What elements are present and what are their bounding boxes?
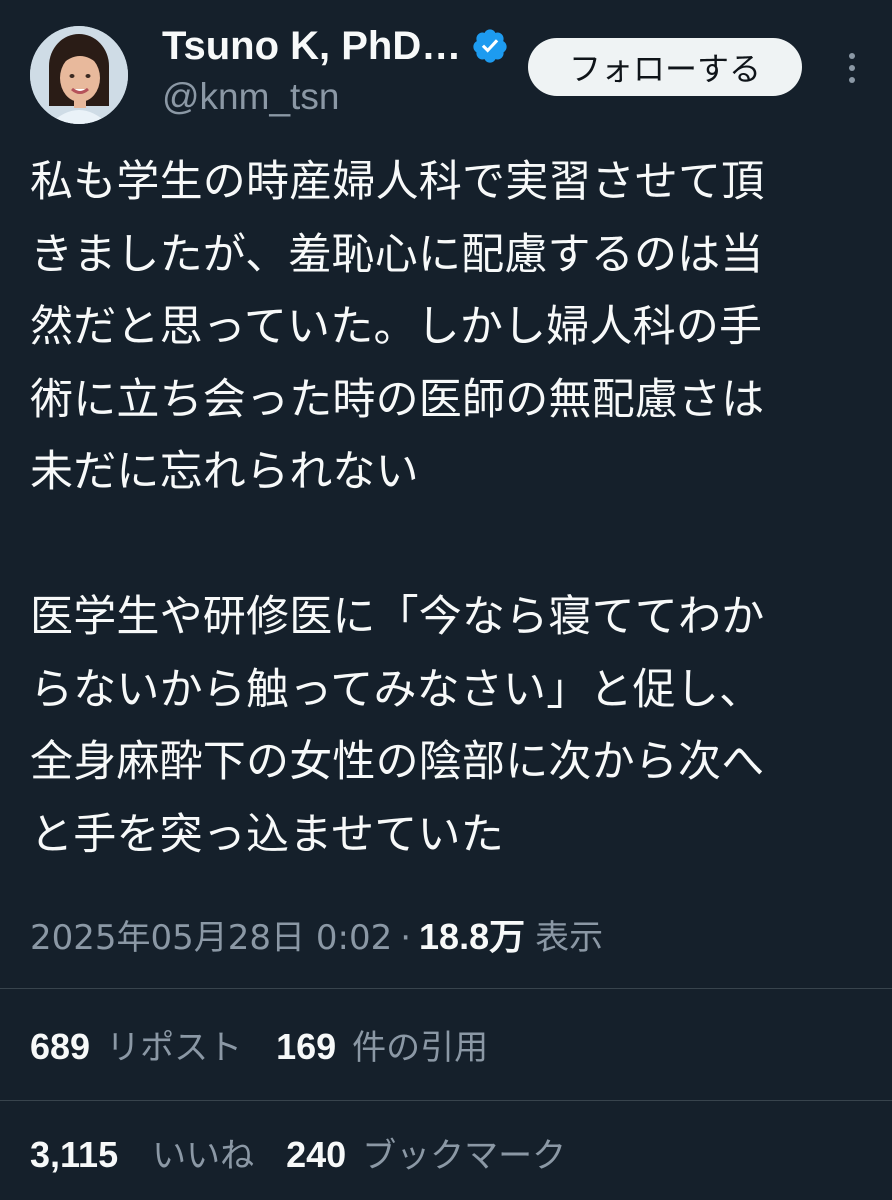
likes-count: 3,115 xyxy=(30,1134,119,1175)
reposts-label: リポスト xyxy=(106,1028,243,1068)
views-label: 表示 xyxy=(535,918,604,958)
divider xyxy=(0,988,892,989)
stats-row-likes-bookmarks: 3,115 いいね 240 ブックマーク xyxy=(30,1128,566,1184)
meta-separator: · xyxy=(400,918,412,958)
tweet-text-line: 然だと思っていた。しかし婦人科の手 xyxy=(30,302,763,352)
tweet-text-line: と手を突っ込ませていた xyxy=(30,809,504,860)
follow-button[interactable]: フォローする xyxy=(528,38,802,96)
tweet-text-line: きましたが、羞恥心に配慮するのは当 xyxy=(30,229,764,280)
avatar-image xyxy=(30,26,128,124)
tweet-text-line: 未だに忘れられない xyxy=(30,447,419,497)
verified-badge-icon xyxy=(473,29,507,63)
author-name-row: Tsuno K, PhD… xyxy=(162,22,509,70)
tweet-header: Tsuno K, PhD… @knm_tsn フォローする xyxy=(0,0,892,140)
bookmarks-count: 240 xyxy=(286,1134,347,1175)
divider xyxy=(0,1100,892,1101)
tweet-text: 私も学生の時産婦人科で実習させて頂 きましたが、羞恥心に配慮するのは当 然だと思… xyxy=(30,146,868,871)
tweet-meta: 2025年05月28日 0:02 · 18.8万 表示 xyxy=(30,908,603,964)
more-dots-vertical-icon[interactable] xyxy=(834,44,870,92)
views-count: 18.8万 xyxy=(419,916,526,957)
author-display-name[interactable]: Tsuno K, PhD… xyxy=(162,24,461,69)
tweet-text-line: 全身麻酔下の女性の陰部に次から次へ xyxy=(30,737,765,787)
stats-row-reposts-quotes: 689 リポスト 169 件の引用 xyxy=(30,1020,488,1076)
bookmarks-stat[interactable]: 240 ブックマーク xyxy=(286,1128,566,1177)
tweet-text-line: 私も学生の時産婦人科で実習させて頂 xyxy=(30,157,765,207)
author-handle[interactable]: @knm_tsn xyxy=(162,76,339,118)
tweet-text-line: らないから触ってみなさい」と促し、 xyxy=(30,664,763,715)
quotes-stat[interactable]: 169 件の引用 xyxy=(276,1020,488,1069)
quotes-count: 169 xyxy=(276,1026,337,1067)
likes-stat[interactable]: 3,115 いいね xyxy=(30,1128,254,1177)
tweet-text-line: 医学生や研修医に「今なら寝ててわか xyxy=(30,592,765,642)
avatar[interactable] xyxy=(30,26,128,124)
bookmarks-label: ブックマーク xyxy=(362,1136,567,1176)
reposts-stat[interactable]: 689 リポスト xyxy=(30,1020,242,1069)
quotes-label: 件の引用 xyxy=(352,1028,489,1068)
tweet-text-line: 術に立ち会った時の医師の無配慮さは xyxy=(30,374,765,425)
likes-label: いいね xyxy=(152,1136,255,1176)
reposts-count: 689 xyxy=(30,1026,91,1067)
tweet-timestamp[interactable]: 2025年05月28日 0:02 xyxy=(30,910,392,959)
